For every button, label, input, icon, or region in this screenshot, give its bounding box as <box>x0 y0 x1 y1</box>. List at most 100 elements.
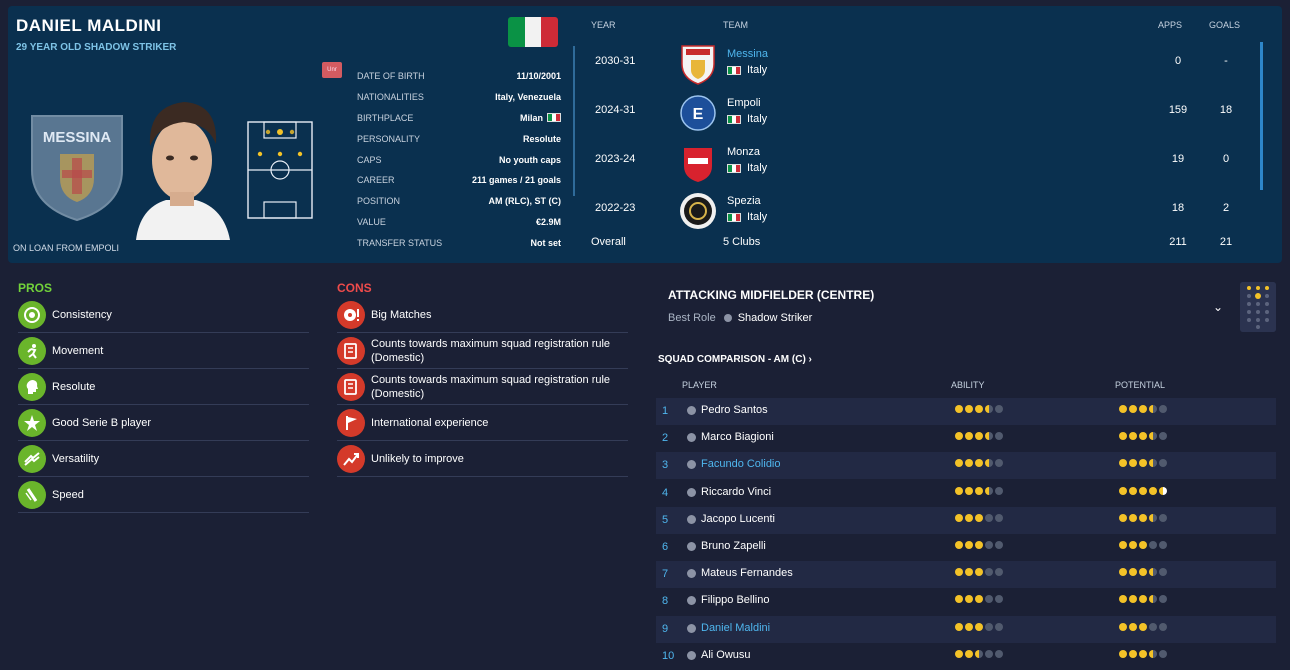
squad-row[interactable]: 5 Jacopo Lucenti <box>656 506 1276 534</box>
squad-row[interactable]: 7 Mateus Fernandes <box>656 561 1276 589</box>
squad-header-player[interactable]: PLAYER <box>682 380 717 390</box>
info-value: €2.9M <box>535 216 561 227</box>
info-value: Milan <box>519 112 543 123</box>
info-label: DATE OF BIRTH <box>357 71 425 82</box>
info-row-career: CAREER 211 games / 21 goals <box>357 170 561 191</box>
info-value-wrap: Milan <box>520 113 561 123</box>
star-icon <box>1149 595 1157 604</box>
squad-rank: 8 <box>662 595 669 608</box>
history-year: 2023-24 <box>595 153 636 165</box>
unregistered-badge[interactable]: Unr <box>322 62 342 78</box>
squad-row[interactable]: 3 Facundo Colidio <box>656 452 1276 480</box>
history-header-year[interactable]: YEAR <box>591 20 616 30</box>
history-scrollbar[interactable] <box>1260 42 1263 190</box>
pro-item-good-serie-b-player[interactable]: Good Serie B player <box>18 405 309 441</box>
squad-player-name[interactable]: Daniel Maldini <box>701 622 770 634</box>
squad-row[interactable]: 1 Pedro Santos <box>656 398 1276 425</box>
con-item-big-matches[interactable]: Big Matches <box>337 297 628 333</box>
star-icon <box>1129 541 1137 549</box>
ability-stars <box>955 568 1003 577</box>
player-avatar-icon <box>687 487 696 497</box>
info-label: NATIONALITIES <box>357 92 424 103</box>
squad-header-ability[interactable]: ABILITY <box>951 380 985 390</box>
star-icon <box>965 513 973 522</box>
info-value[interactable]: Not set <box>530 238 561 248</box>
squad-row[interactable]: 6 Bruno Zapelli <box>656 534 1276 561</box>
star-icon <box>965 649 973 658</box>
squad-player-name[interactable]: Ali Owusu <box>701 649 751 661</box>
squad-player-name[interactable]: Jacopo Lucenti <box>701 513 775 525</box>
best-role-value[interactable]: Shadow Striker <box>738 312 813 324</box>
info-row-position: POSITION AM (RLC), ST (C) <box>357 191 561 212</box>
squad-player-name[interactable]: Riccardo Vinci <box>701 486 771 498</box>
pro-item-versatility[interactable]: Versatility <box>18 441 309 477</box>
pro-item-consistency[interactable]: Consistency <box>18 297 309 333</box>
role-formation-icon[interactable] <box>1240 282 1276 332</box>
star-icon <box>955 513 963 522</box>
squad-player-name[interactable]: Filippo Bellino <box>701 594 769 606</box>
football-warning-icon <box>337 300 365 329</box>
history-row[interactable]: 2022-23 Spezia Italy 18 2 <box>583 187 1263 236</box>
ability-stars <box>955 541 1003 549</box>
info-icon[interactable] <box>723 314 732 323</box>
messina-crest-icon[interactable] <box>678 42 718 86</box>
history-header-team[interactable]: TEAM <box>723 20 748 30</box>
squad-row[interactable]: 9 Daniel Maldini <box>656 615 1276 643</box>
history-header-goals[interactable]: GOALS <box>1209 20 1240 30</box>
history-header-apps[interactable]: APPS <box>1158 20 1182 30</box>
squad-player-name[interactable]: Marco Biagioni <box>701 431 774 443</box>
pros-list: Consistency Movement Resolute Good Serie… <box>18 297 309 513</box>
info-value[interactable]: Italy, Venezuela <box>495 92 561 102</box>
star-icon <box>1149 513 1157 522</box>
squad-row[interactable]: 4 Riccardo Vinci <box>656 480 1276 507</box>
speed-icon <box>18 480 46 509</box>
squad-player-name[interactable]: Mateus Fernandes <box>701 567 793 579</box>
potential-stars <box>1119 622 1167 631</box>
info-row-nationalities: NATIONALITIES Italy, Venezuela <box>357 87 561 108</box>
star-icon <box>975 459 983 468</box>
history-nation: Italy <box>727 211 767 223</box>
history-club[interactable]: Empoli <box>727 97 761 109</box>
star-icon <box>955 486 963 495</box>
con-item-squad-registration[interactable]: Counts towards maximum squad registratio… <box>337 369 628 405</box>
club-badge-messina[interactable]: MESSINA <box>28 110 126 222</box>
history-club[interactable]: Spezia <box>727 195 761 207</box>
history-club[interactable]: Monza <box>727 146 760 158</box>
player-header-panel: DANIEL MALDINI 29 YEAR OLD SHADOW STRIKE… <box>8 6 1282 263</box>
squad-row[interactable]: 10 Ali Owusu <box>656 643 1276 670</box>
con-item-squad-registration[interactable]: Counts towards maximum squad registratio… <box>337 333 628 369</box>
squad-row[interactable]: 8 Filippo Bellino <box>656 588 1276 615</box>
star-icon <box>1129 622 1137 631</box>
svg-text:E: E <box>693 106 704 123</box>
star-icon <box>975 405 983 413</box>
history-club[interactable]: Messina <box>727 48 768 60</box>
star-icon <box>1139 513 1147 522</box>
con-item-unlikely-to-improve[interactable]: Unlikely to improve <box>337 441 628 477</box>
squad-comparison-label: SQUAD COMPARISON - AM (C) <box>658 354 806 365</box>
history-row[interactable]: 2023-24 Monza Italy 19 0 <box>583 138 1263 187</box>
monza-crest-icon[interactable] <box>678 140 718 184</box>
history-row[interactable]: 2030-31 Messina Italy 0 - <box>583 40 1263 89</box>
star-icon <box>985 405 993 413</box>
squad-player-name[interactable]: Bruno Zapelli <box>701 540 766 552</box>
pro-item-resolute[interactable]: Resolute <box>18 369 309 405</box>
spezia-crest-icon[interactable] <box>678 189 718 233</box>
info-row-transfer-status: TRANSFER STATUS Not set <box>357 232 561 253</box>
italy-flag-icon <box>727 163 741 173</box>
history-row[interactable]: 2024-31 E Empoli Italy 159 18 <box>583 89 1263 138</box>
squad-header-potential[interactable]: POTENTIAL <box>1115 380 1165 390</box>
squad-player-name[interactable]: Facundo Colidio <box>701 458 781 470</box>
empoli-crest-icon[interactable]: E <box>678 91 718 135</box>
chevron-down-icon[interactable]: ⌄ <box>1213 300 1223 314</box>
history-apps: 159 <box>1168 104 1188 116</box>
potential-stars <box>1119 649 1167 658</box>
star-icon <box>975 622 983 631</box>
pro-item-movement[interactable]: Movement <box>18 333 309 369</box>
squad-player-name[interactable]: Pedro Santos <box>701 404 768 416</box>
ability-stars <box>955 486 1003 495</box>
squad-comparison-title[interactable]: SQUAD COMPARISON - AM (C) › <box>658 354 812 365</box>
con-item-international-experience[interactable]: International experience <box>337 405 628 441</box>
squad-row[interactable]: 2 Marco Biagioni <box>656 425 1276 452</box>
pro-item-speed[interactable]: Speed <box>18 477 309 513</box>
star-icon <box>1119 486 1127 495</box>
